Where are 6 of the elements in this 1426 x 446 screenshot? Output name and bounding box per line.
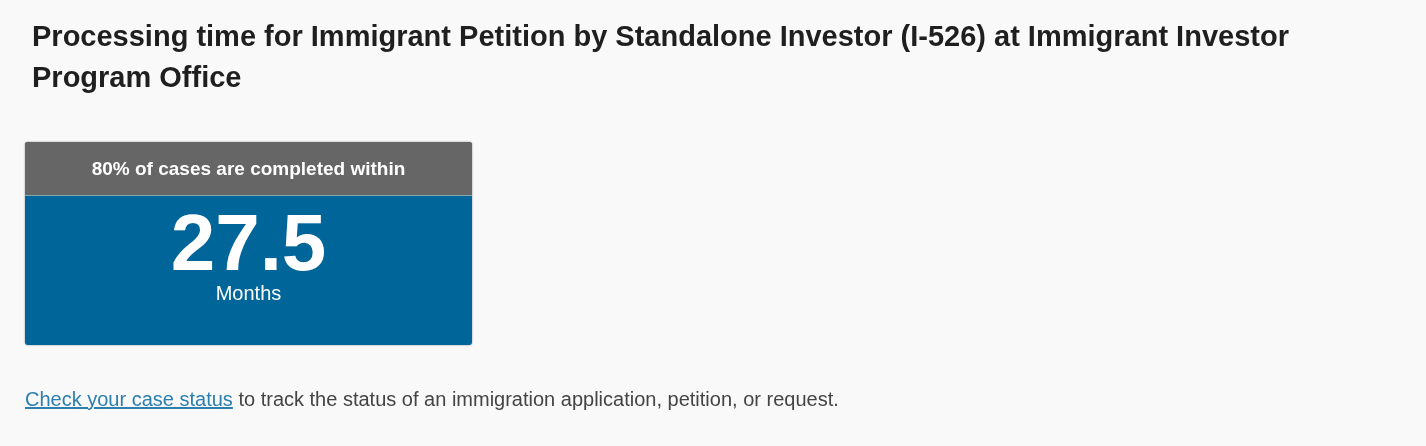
processing-time-unit: Months: [215, 282, 282, 304]
card-header: 80% of cases are completed within: [25, 142, 472, 196]
processing-time-value: 27.5: [170, 204, 327, 282]
case-status-sentence: Check your case status to track the status of an immigration application, petition, or request.: [25, 388, 840, 411]
page-title: Processing time for Immigrant Petition by Standalone Investor (I-526) at Immigrant Investor Program Office: [32, 19, 1290, 95]
case-status-link[interactable]: Check your case status: [25, 388, 233, 410]
